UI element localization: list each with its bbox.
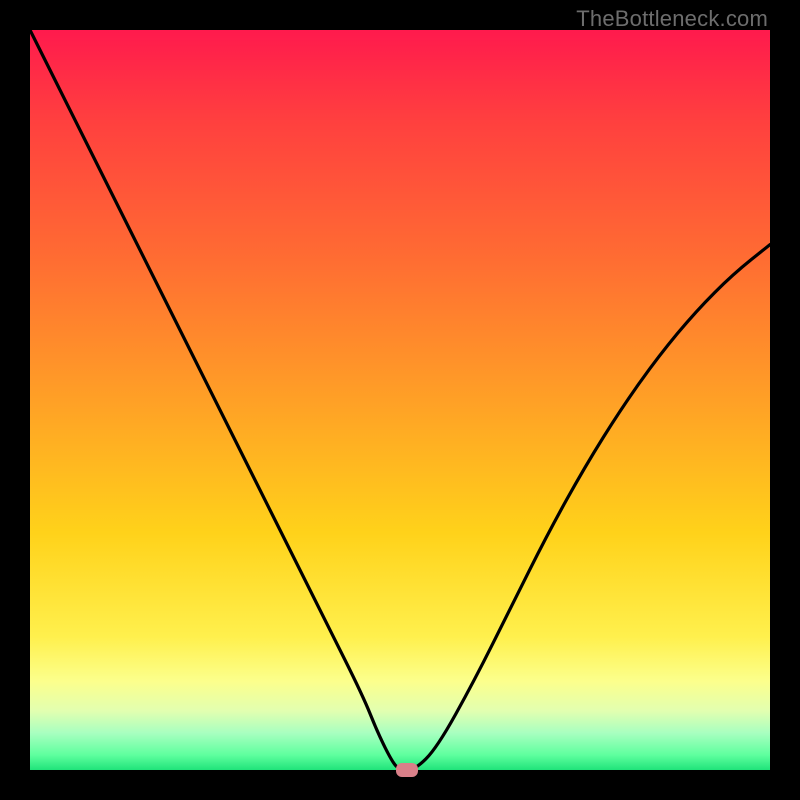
plot-area xyxy=(30,30,770,770)
chart-frame: TheBottleneck.com xyxy=(0,0,800,800)
bottleneck-curve xyxy=(30,30,770,770)
watermark-text: TheBottleneck.com xyxy=(576,6,768,32)
optimum-marker xyxy=(396,763,418,777)
